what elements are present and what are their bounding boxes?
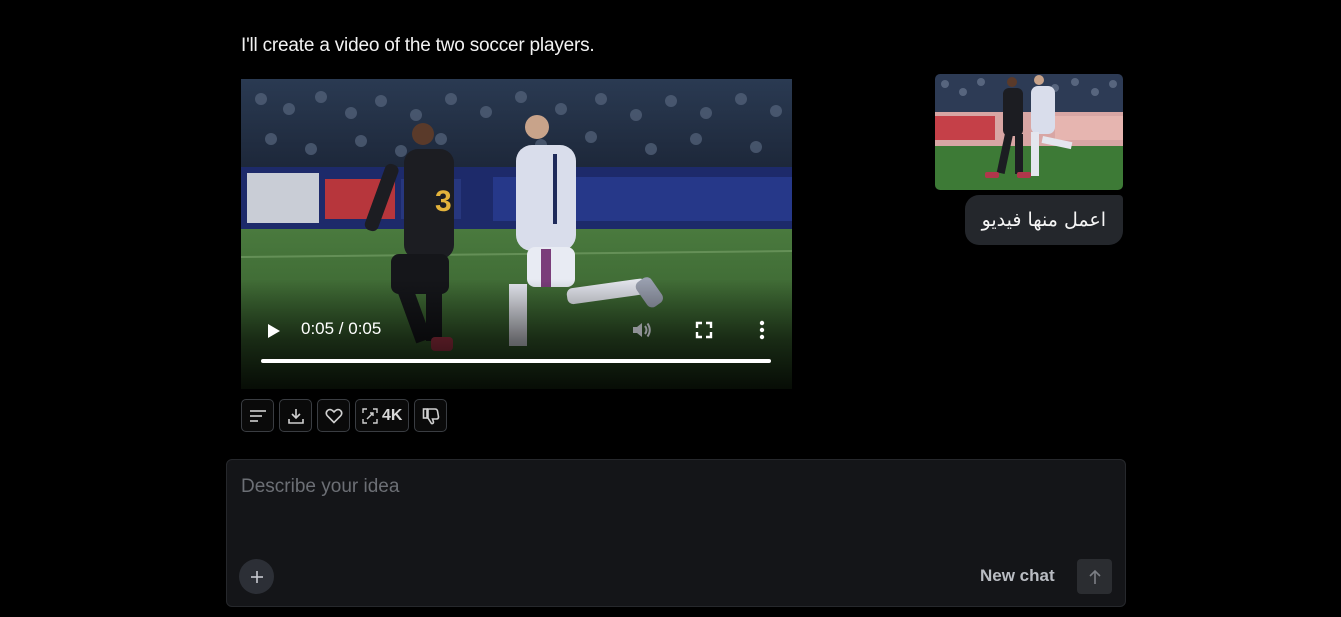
prompt-input[interactable] xyxy=(239,474,1103,538)
add-attachment-button[interactable] xyxy=(239,559,274,594)
dislike-button[interactable] xyxy=(414,399,448,432)
upscale-icon xyxy=(362,407,378,424)
arrow-up-icon xyxy=(1088,569,1101,584)
thumbs-down-icon xyxy=(422,407,440,424)
play-icon xyxy=(268,324,280,338)
volume-button[interactable] xyxy=(627,315,657,345)
attached-photo xyxy=(935,74,1123,190)
svg-text:3: 3 xyxy=(435,185,452,218)
prompt-lines-icon xyxy=(249,409,266,422)
progress-bar[interactable] xyxy=(261,359,771,363)
play-button[interactable] xyxy=(259,317,287,345)
plus-icon xyxy=(250,570,263,583)
download-icon xyxy=(287,408,304,424)
user-attached-image[interactable] xyxy=(935,74,1123,190)
show-prompt-button[interactable] xyxy=(241,399,274,432)
fullscreen-icon xyxy=(695,321,713,339)
composer: New chat xyxy=(226,459,1126,607)
chat-page: I'll create a video of the two soccer pl… xyxy=(0,0,1341,617)
favorite-button[interactable] xyxy=(317,399,350,432)
time-display: 0:05 / 0:05 xyxy=(301,319,382,338)
fullscreen-button[interactable] xyxy=(689,315,719,345)
more-options-button[interactable] xyxy=(749,315,775,345)
upscale-4k-button[interactable]: 4K xyxy=(355,399,410,432)
video-actions: 4K xyxy=(241,399,448,432)
volume-icon xyxy=(633,322,651,338)
video-player[interactable]: 3 0:05 / 0:05 xyxy=(241,79,792,389)
send-button[interactable] xyxy=(1077,559,1112,594)
upscale-label: 4K xyxy=(382,406,403,424)
heart-icon xyxy=(324,408,343,424)
assistant-message: I'll create a video of the two soccer pl… xyxy=(241,35,595,56)
user-message: اعمل منها فيديو xyxy=(964,195,1123,245)
more-vertical-icon xyxy=(759,320,765,340)
new-chat-button[interactable]: New chat xyxy=(980,566,1055,586)
download-button[interactable] xyxy=(279,399,312,432)
